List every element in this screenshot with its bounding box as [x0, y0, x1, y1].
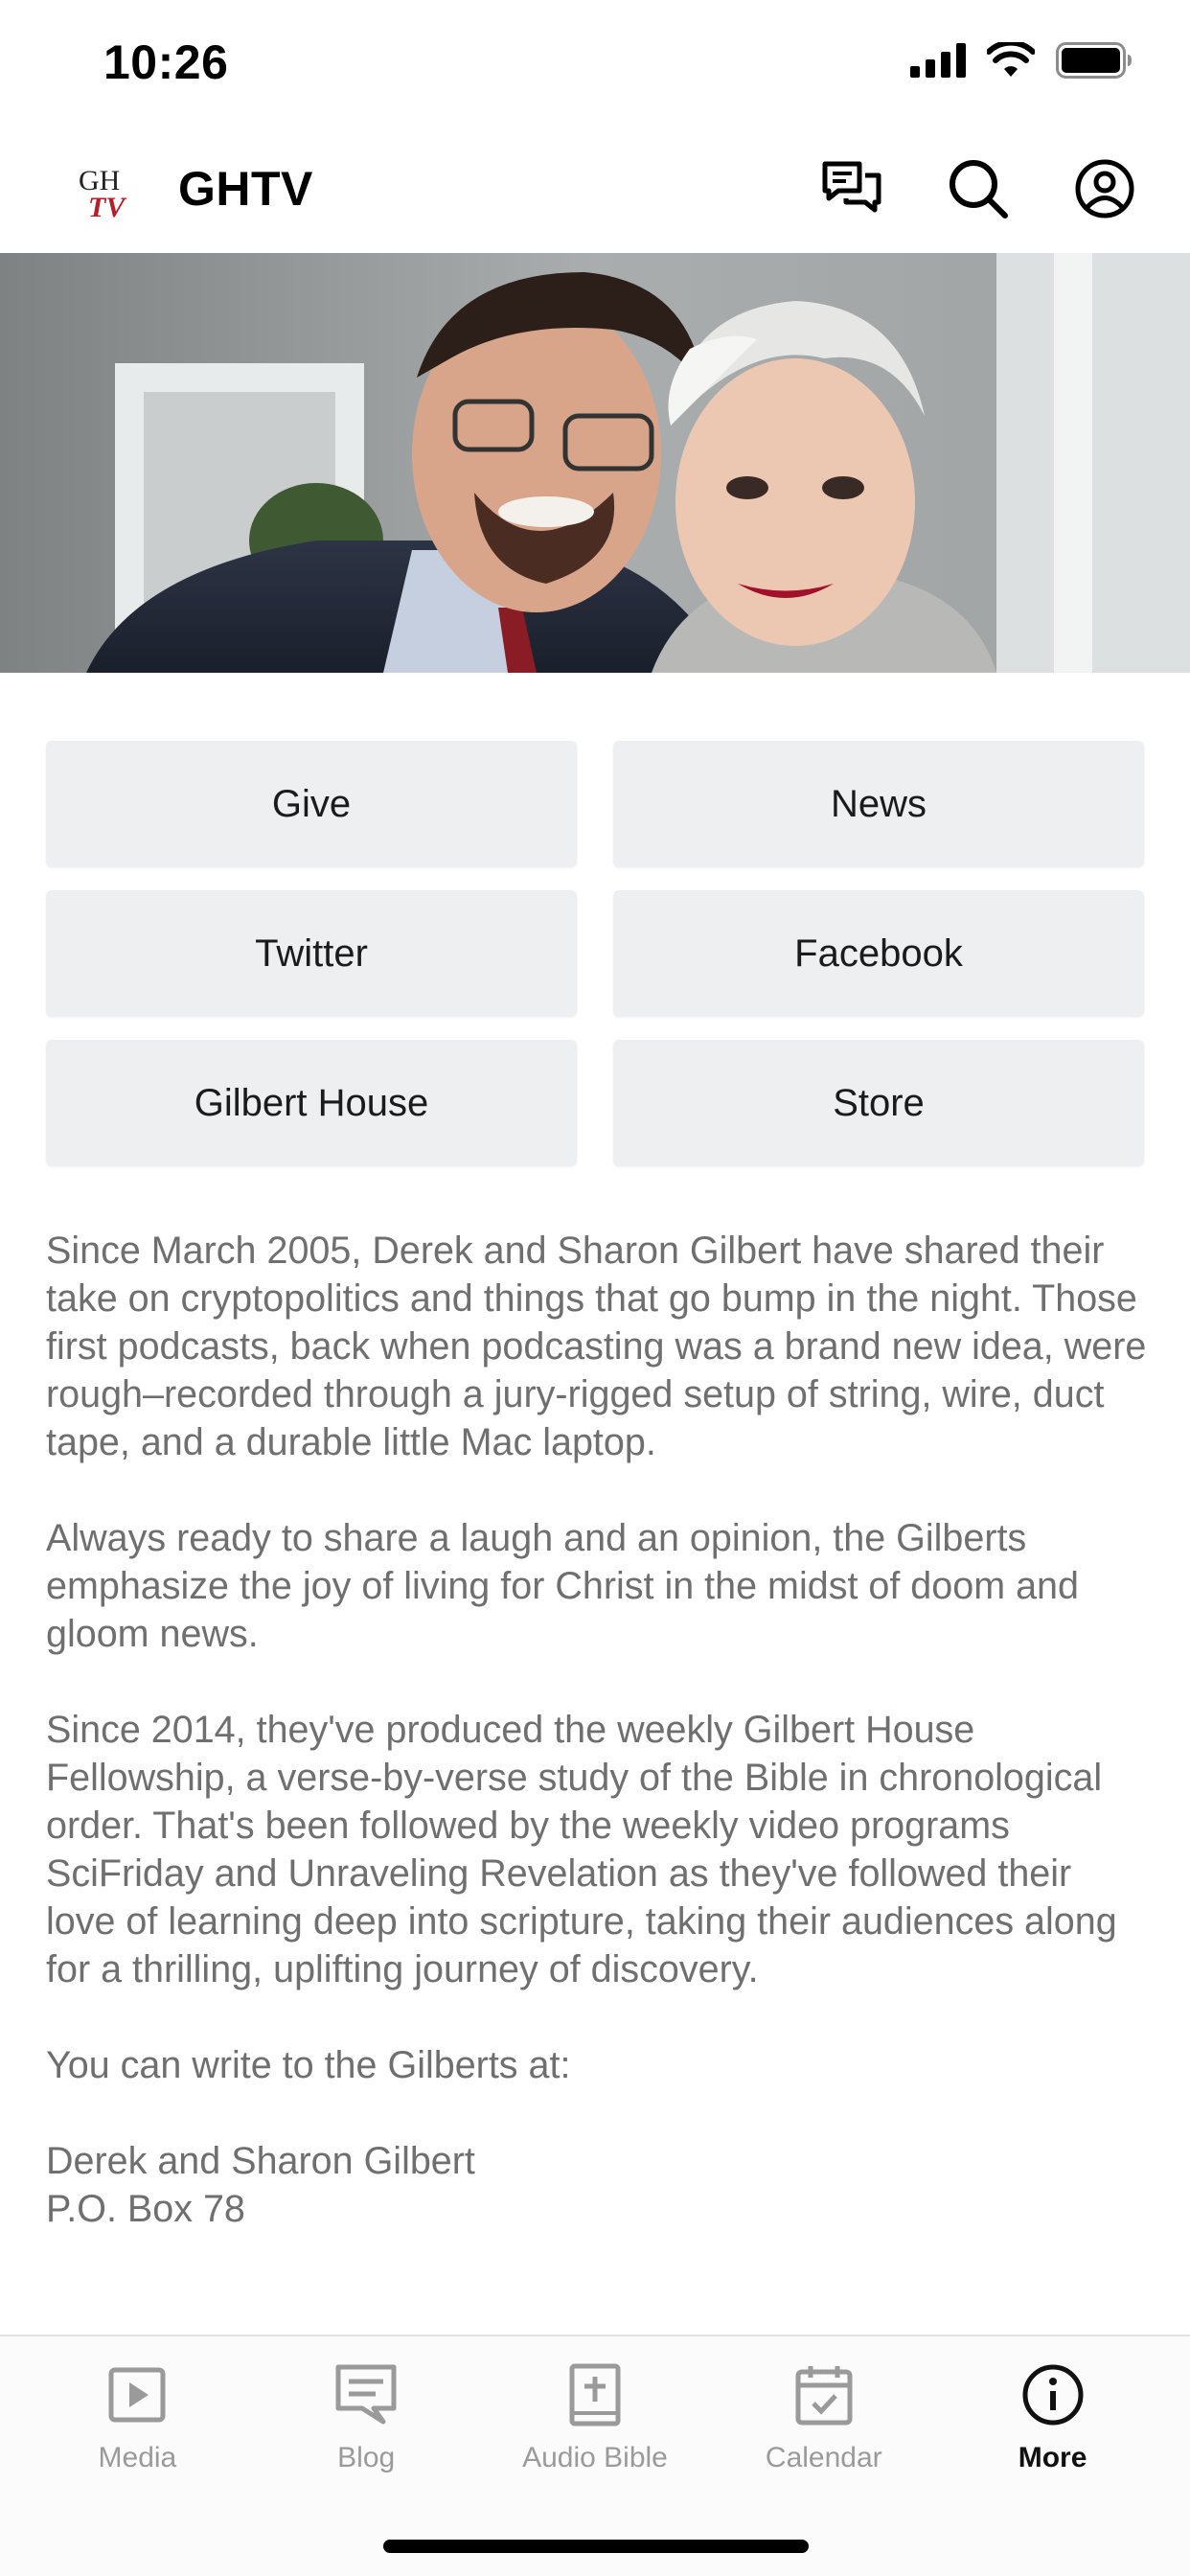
- logo-text-bottom: TV: [88, 192, 127, 220]
- status-bar: 10:26: [0, 0, 1190, 125]
- gilbert-house-button[interactable]: Gilbert House: [46, 1040, 577, 1166]
- tab-media[interactable]: Media: [41, 2361, 233, 2474]
- twitter-button[interactable]: Twitter: [46, 890, 577, 1017]
- store-button[interactable]: Store: [613, 1040, 1144, 1166]
- hero-photo: [0, 253, 1190, 673]
- bible-plus-icon: [561, 2361, 629, 2428]
- status-time: 10:26: [103, 35, 229, 89]
- description-paragraph: You can write to the Gilberts at:: [46, 2044, 571, 2086]
- tab-label: Audio Bible: [522, 2442, 668, 2473]
- home-indicator[interactable]: [383, 2540, 809, 2553]
- status-icons: [910, 42, 1133, 79]
- wifi-icon: [987, 42, 1035, 77]
- mailing-address: Derek and Sharon Gilbert P.O. Box 78: [46, 2140, 475, 2230]
- tab-calendar[interactable]: Calendar: [728, 2361, 920, 2474]
- link-button-grid: Give News Twitter Facebook Gilbert House…: [46, 741, 1144, 1166]
- tabs: Media Blog Audio Bible Calendar More: [0, 2361, 1190, 2474]
- play-square-icon: [103, 2361, 171, 2428]
- chat-bubbles-icon: [822, 161, 881, 213]
- tab-more[interactable]: More: [957, 2361, 1149, 2474]
- search-button[interactable]: [947, 157, 1010, 220]
- description-paragraph: Always ready to share a laugh and an opi…: [46, 1517, 1079, 1655]
- news-button[interactable]: News: [613, 741, 1144, 867]
- tab-audio-bible[interactable]: Audio Bible: [499, 2361, 691, 2474]
- description-paragraph: Since March 2005, Derek and Sharon Gilbe…: [46, 1230, 1147, 1463]
- profile-button[interactable]: [1073, 157, 1136, 220]
- give-button[interactable]: Give: [46, 741, 577, 867]
- tab-label: Blog: [337, 2442, 396, 2473]
- cellular-signal-icon: [910, 43, 966, 78]
- ghtv-logo: GH TV: [79, 163, 138, 223]
- facebook-button[interactable]: Facebook: [613, 890, 1144, 1017]
- tab-label: Calendar: [765, 2442, 882, 2473]
- tab-blog[interactable]: Blog: [270, 2361, 462, 2474]
- description-paragraph: Since 2014, they've produced the weekly …: [46, 1709, 1117, 1990]
- about-description: Since March 2005, Derek and Sharon Gilbe…: [46, 1227, 1148, 2334]
- comment-lines-icon: [332, 2361, 400, 2428]
- info-circle-icon: [1019, 2361, 1087, 2428]
- chat-button[interactable]: [820, 157, 883, 220]
- tab-label: More: [1018, 2442, 1087, 2473]
- app-header: GH TV GHTV: [0, 125, 1190, 253]
- battery-icon: [1056, 42, 1132, 79]
- calendar-check-icon: [790, 2361, 858, 2428]
- search-icon: [950, 160, 1008, 218]
- app-title: GHTV: [178, 162, 313, 216]
- header-actions: [820, 157, 1136, 220]
- profile-icon: [1075, 159, 1134, 218]
- tab-label: Media: [98, 2442, 177, 2473]
